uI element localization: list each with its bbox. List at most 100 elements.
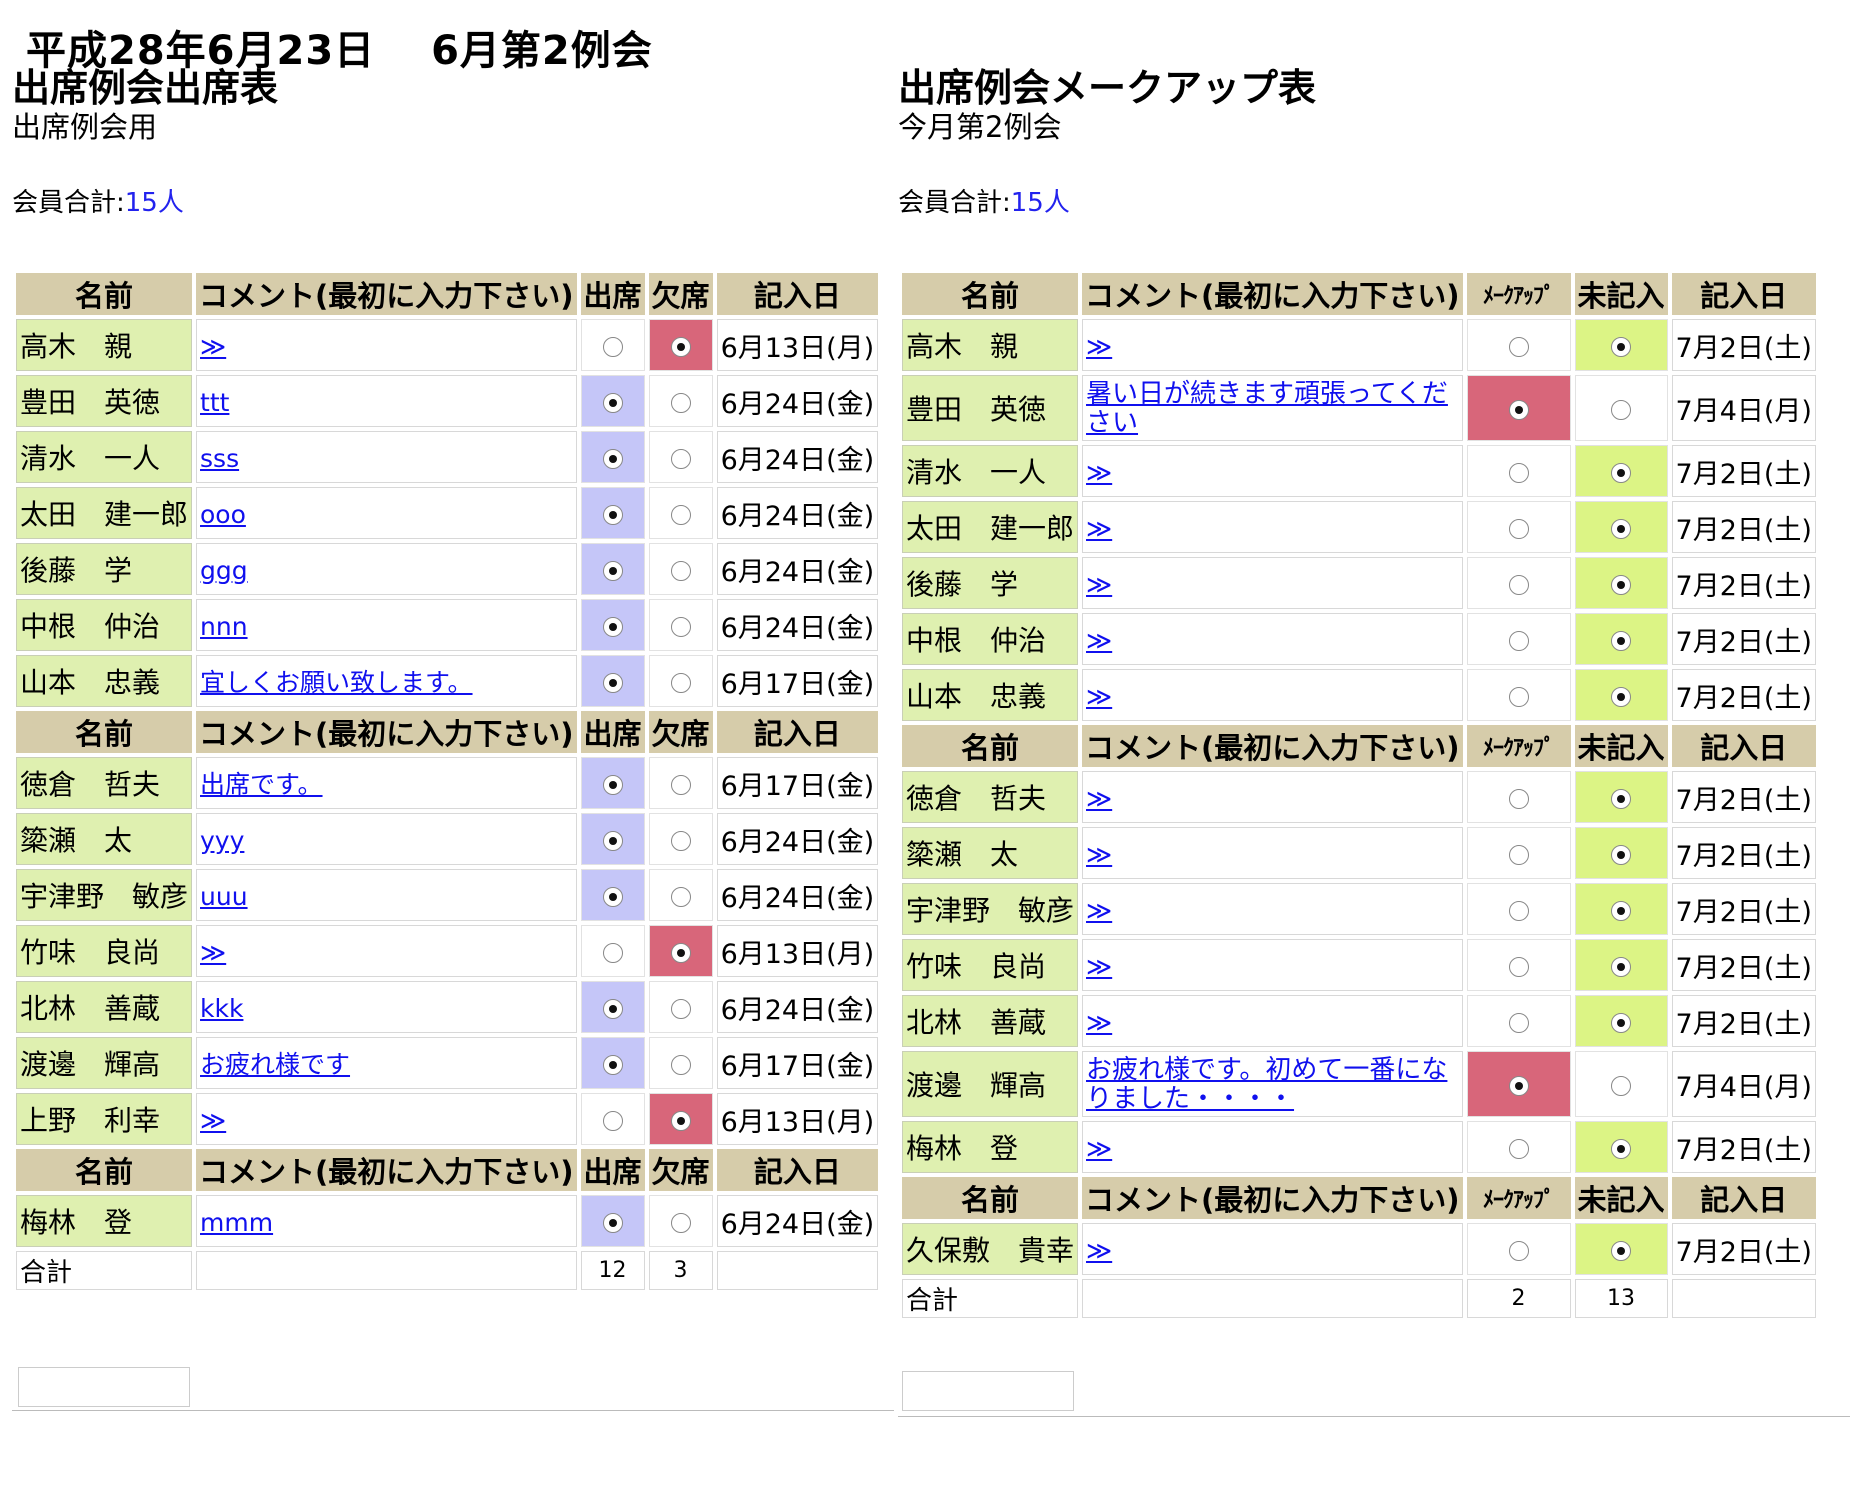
comment-link[interactable]: ≫ xyxy=(1086,682,1112,711)
blank-input[interactable] xyxy=(902,1371,1074,1411)
unentered-radio[interactable] xyxy=(1611,956,1632,977)
absent-radio[interactable] xyxy=(670,774,691,795)
unentered-radio[interactable] xyxy=(1611,1075,1632,1096)
unentered-radio[interactable] xyxy=(1611,1012,1632,1033)
absent-radio[interactable] xyxy=(670,336,691,357)
comment-link[interactable]: kkk xyxy=(200,994,243,1023)
attend-radio[interactable] xyxy=(602,616,623,637)
comment-link[interactable]: ≫ xyxy=(200,332,226,361)
makeup-radio[interactable] xyxy=(1508,1240,1529,1261)
member-name: 高木 親 xyxy=(16,319,193,371)
attend-radio[interactable] xyxy=(602,998,623,1019)
absent-radio[interactable] xyxy=(670,616,691,637)
comment-cell: ttt xyxy=(196,375,577,427)
comment-link[interactable]: ≫ xyxy=(1086,570,1112,599)
comment-cell: 宜しくお願い致します。 xyxy=(196,655,577,707)
comment-link[interactable]: yyy xyxy=(200,826,244,855)
makeup-radio[interactable] xyxy=(1508,1138,1529,1159)
attend-radio[interactable] xyxy=(602,672,623,693)
column-header: コメント(最初に入力下さい) xyxy=(196,711,577,753)
comment-link[interactable]: ≫ xyxy=(1086,1236,1112,1265)
comment-link[interactable]: ggg xyxy=(200,556,248,585)
comment-link[interactable]: ≫ xyxy=(1086,514,1112,543)
attend-radio[interactable] xyxy=(602,774,623,795)
comment-link[interactable]: uuu xyxy=(200,882,248,911)
comment-link[interactable]: 暑い日が続きます頑張ってください xyxy=(1086,379,1448,438)
comment-link[interactable]: ≫ xyxy=(1086,896,1112,925)
makeup-radio[interactable] xyxy=(1508,518,1529,539)
absent-radio[interactable] xyxy=(670,1054,691,1075)
comment-link[interactable]: ≫ xyxy=(1086,840,1112,869)
unentered-cell xyxy=(1574,445,1668,497)
attend-radio[interactable] xyxy=(602,560,623,581)
attend-radio[interactable] xyxy=(602,942,623,963)
unentered-radio[interactable] xyxy=(1611,336,1632,357)
attend-radio[interactable] xyxy=(602,886,623,907)
unentered-radio[interactable] xyxy=(1611,574,1632,595)
comment-link[interactable]: ≫ xyxy=(1086,332,1112,361)
makeup-radio[interactable] xyxy=(1508,1075,1529,1096)
unentered-radio[interactable] xyxy=(1611,630,1632,651)
comment-link[interactable]: 宜しくお願い致します。 xyxy=(200,668,473,697)
makeup-radio[interactable] xyxy=(1508,399,1529,420)
unentered-radio[interactable] xyxy=(1611,900,1632,921)
attend-radio[interactable] xyxy=(602,392,623,413)
absent-radio[interactable] xyxy=(670,448,691,469)
comment-link[interactable]: ≫ xyxy=(200,938,226,967)
absent-radio[interactable] xyxy=(670,560,691,581)
attend-radio[interactable] xyxy=(602,504,623,525)
absent-radio[interactable] xyxy=(670,886,691,907)
comment-link[interactable]: mmm xyxy=(200,1208,273,1237)
unentered-radio[interactable] xyxy=(1611,518,1632,539)
makeup-radio[interactable] xyxy=(1508,956,1529,977)
column-header: 名前 xyxy=(902,273,1079,315)
makeup-radio[interactable] xyxy=(1508,1012,1529,1033)
entry-date: 6月17日(金) xyxy=(716,757,879,809)
comment-link[interactable]: ≫ xyxy=(1086,1008,1112,1037)
attend-radio[interactable] xyxy=(602,1212,623,1233)
makeup-radio[interactable] xyxy=(1508,462,1529,483)
comment-link[interactable]: 出席です。 xyxy=(200,770,323,799)
absent-radio[interactable] xyxy=(670,830,691,851)
makeup-radio[interactable] xyxy=(1508,630,1529,651)
comment-link[interactable]: ≫ xyxy=(1086,626,1112,655)
blank-input[interactable] xyxy=(18,1367,190,1407)
unentered-radio[interactable] xyxy=(1611,844,1632,865)
absent-radio[interactable] xyxy=(670,504,691,525)
attend-cell xyxy=(580,375,645,427)
comment-link[interactable]: ≫ xyxy=(200,1106,226,1135)
attend-radio[interactable] xyxy=(602,1110,623,1131)
comment-link[interactable]: ≫ xyxy=(1086,784,1112,813)
comment-link[interactable]: ttt xyxy=(200,388,229,417)
unentered-radio[interactable] xyxy=(1611,1138,1632,1159)
unentered-radio[interactable] xyxy=(1611,462,1632,483)
unentered-radio[interactable] xyxy=(1611,788,1632,809)
absent-radio[interactable] xyxy=(670,1212,691,1233)
comment-link[interactable]: ≫ xyxy=(1086,458,1112,487)
makeup-radio[interactable] xyxy=(1508,900,1529,921)
comment-link[interactable]: ≫ xyxy=(1086,1134,1112,1163)
attend-radio[interactable] xyxy=(602,830,623,851)
absent-radio[interactable] xyxy=(670,672,691,693)
makeup-radio[interactable] xyxy=(1508,686,1529,707)
comment-link[interactable]: ooo xyxy=(200,500,246,529)
attend-radio[interactable] xyxy=(602,1054,623,1075)
comment-link[interactable]: ≫ xyxy=(1086,952,1112,981)
absent-radio[interactable] xyxy=(670,942,691,963)
unentered-radio[interactable] xyxy=(1611,686,1632,707)
makeup-radio[interactable] xyxy=(1508,788,1529,809)
makeup-radio[interactable] xyxy=(1508,844,1529,865)
absent-radio[interactable] xyxy=(670,998,691,1019)
makeup-radio[interactable] xyxy=(1508,336,1529,357)
unentered-radio[interactable] xyxy=(1611,399,1632,420)
unentered-radio[interactable] xyxy=(1611,1240,1632,1261)
comment-link[interactable]: お疲れ様です xyxy=(200,1050,350,1079)
comment-link[interactable]: nnn xyxy=(200,612,248,641)
absent-radio[interactable] xyxy=(670,1110,691,1131)
comment-link[interactable]: sss xyxy=(200,444,239,473)
attend-radio[interactable] xyxy=(602,336,623,357)
absent-radio[interactable] xyxy=(670,392,691,413)
makeup-radio[interactable] xyxy=(1508,574,1529,595)
attend-radio[interactable] xyxy=(602,448,623,469)
comment-link[interactable]: お疲れ様です。初めて一番になりました・・・・ xyxy=(1086,1055,1447,1114)
